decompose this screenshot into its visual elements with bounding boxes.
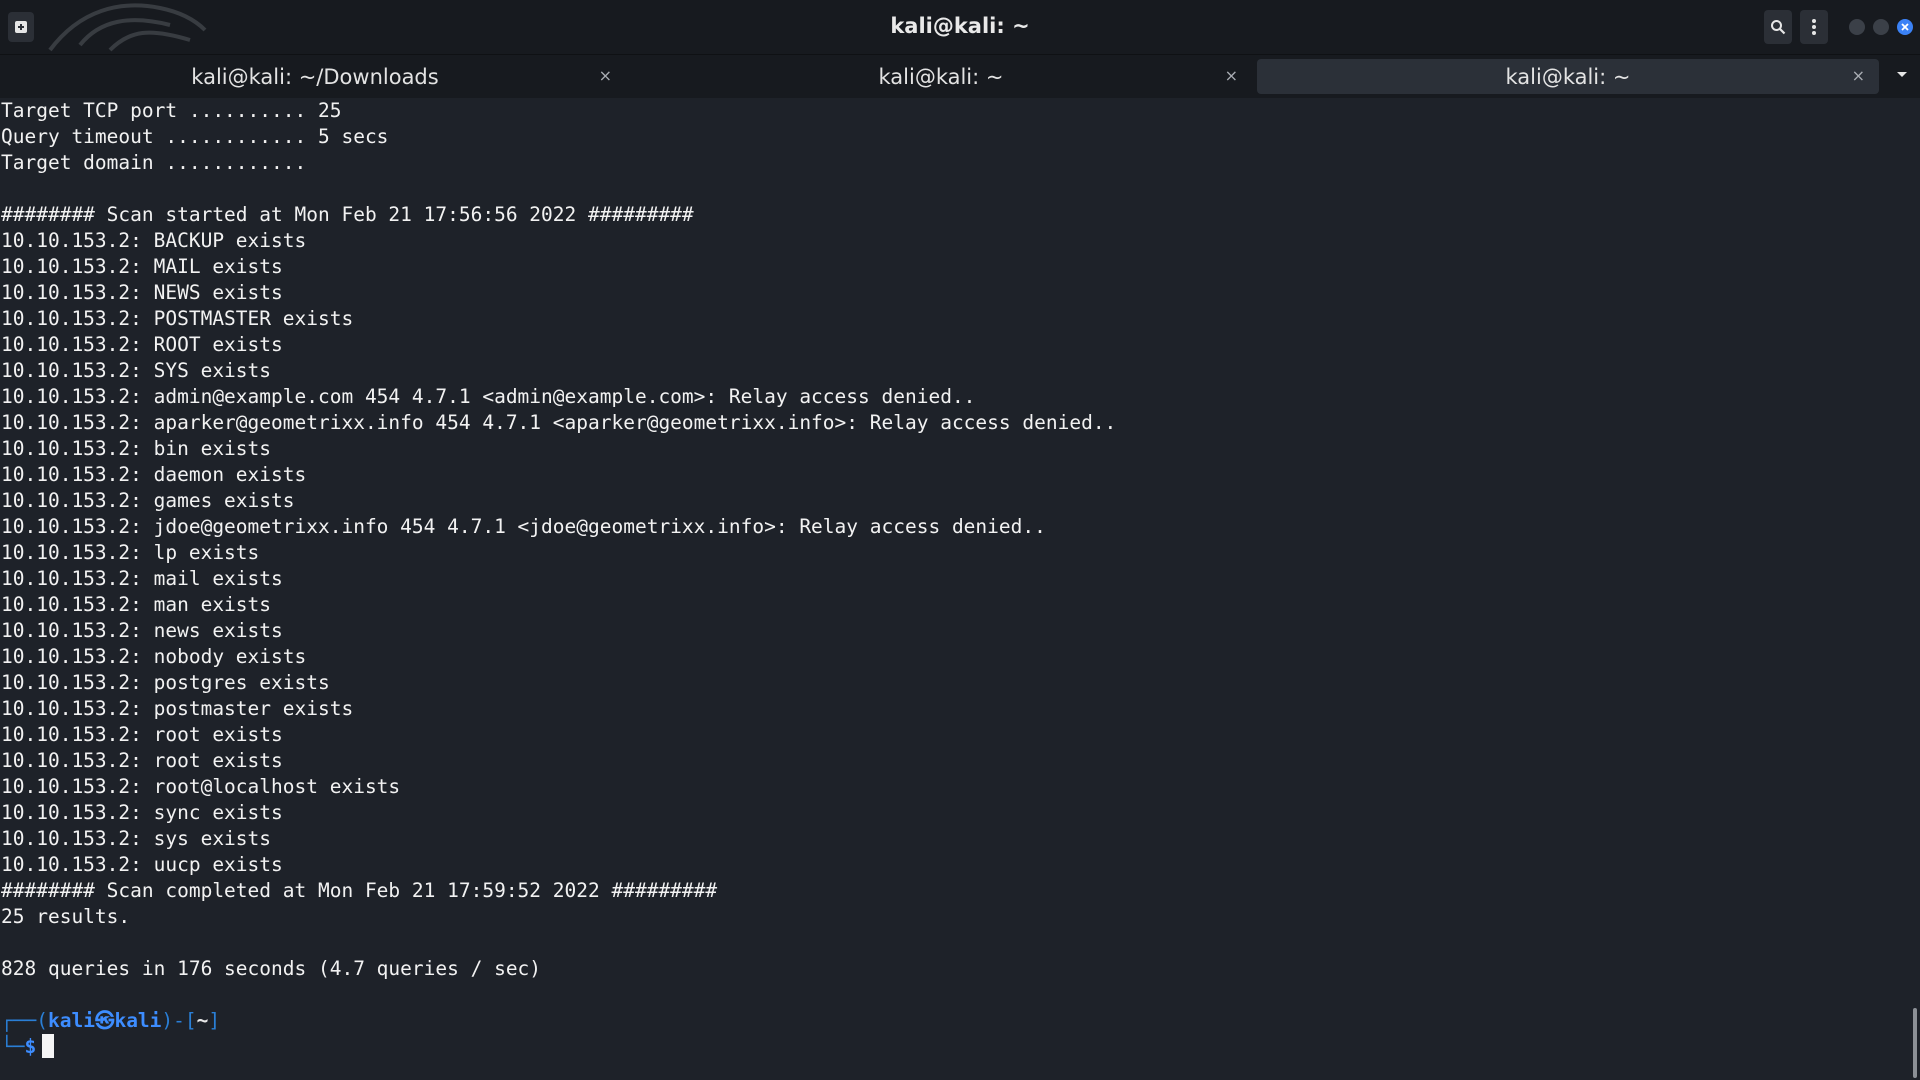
prompt-host: kali <box>114 1009 162 1032</box>
terminal-line: ######## Scan completed at Mon Feb 21 17… <box>1 879 718 902</box>
terminal-line: 10.10.153.2: nobody exists <box>1 645 307 668</box>
prompt-user: kali <box>47 1009 95 1032</box>
close-button[interactable] <box>1897 19 1913 35</box>
terminal-line: 10.10.153.2: MAIL exists <box>1 255 283 278</box>
prompt-close-bracket: ] <box>208 1009 221 1032</box>
tab-close-button[interactable]: × <box>1852 66 1865 85</box>
terminal-line: 10.10.153.2: BACKUP exists <box>1 229 307 252</box>
tab-home-2[interactable]: kali@kali: ~ × <box>1257 59 1879 94</box>
terminal-line: 10.10.153.2: root exists <box>1 749 283 772</box>
tab-label: kali@kali: ~ <box>878 64 1004 89</box>
tab-list-dropdown[interactable] <box>1890 63 1914 87</box>
close-icon <box>1901 23 1909 31</box>
terminal-line: 10.10.153.2: man exists <box>1 593 272 616</box>
terminal-line: 10.10.153.2: daemon exists <box>1 463 307 486</box>
tab-list-dropdown-icon <box>1897 72 1907 77</box>
terminal-line: 10.10.153.2: postgres exists <box>1 671 330 694</box>
tab-downloads[interactable]: kali@kali: ~/Downloads × <box>4 59 626 94</box>
scrollbar-thumb[interactable] <box>1913 1008 1917 1078</box>
prompt-line-1: ┌──(kali㉿kali)-[~] <box>0 1008 1905 1034</box>
terminal-line: 10.10.153.2: root exists <box>1 723 283 746</box>
prompt-directory: ~ <box>196 1009 209 1032</box>
terminal-line: ######## Scan started at Mon Feb 21 17:5… <box>1 203 694 226</box>
prompt-corner-bottom: └─ <box>1 1035 25 1058</box>
prompt-separator: )-[ <box>161 1009 197 1032</box>
menu-button[interactable] <box>1800 10 1828 44</box>
title-bar: kali@kali: ~ <box>0 0 1920 55</box>
tab-bar: kali@kali: ~/Downloads × kali@kali: ~ × … <box>0 55 1920 98</box>
terminal-line: 10.10.153.2: uucp exists <box>1 853 283 876</box>
terminal-line: 10.10.153.2: postmaster exists <box>1 697 354 720</box>
terminal-line: 10.10.153.2: admin@example.com 454 4.7.1… <box>1 385 976 408</box>
terminal-line: 25 results. <box>1 905 131 928</box>
kebab-menu-icon <box>1812 19 1816 35</box>
tab-close-button[interactable]: × <box>1225 66 1238 85</box>
prompt-corner: ┌──( <box>1 1009 48 1032</box>
terminal-line: 10.10.153.2: games exists <box>1 489 295 512</box>
terminal-scrollbar[interactable] <box>1910 98 1920 1080</box>
terminal-line: 828 queries in 176 seconds (4.7 queries … <box>1 957 542 980</box>
minimize-button[interactable] <box>1849 19 1865 35</box>
terminal-line: 10.10.153.2: SYS exists <box>1 359 272 382</box>
terminal-line: 10.10.153.2: bin exists <box>1 437 272 460</box>
prompt-line-2: └─$ <box>0 1034 1905 1060</box>
terminal-cursor <box>42 1034 55 1058</box>
terminal-line: 10.10.153.2: sync exists <box>1 801 283 824</box>
terminal-lines: Target TCP port .......... 25 Query timeo… <box>0 98 1905 1008</box>
terminal-output[interactable]: Target TCP port .......... 25 Query timeo… <box>0 98 1905 1080</box>
tab-label: kali@kali: ~/Downloads <box>191 64 439 89</box>
tab-close-button[interactable]: × <box>599 66 612 85</box>
terminal-line: 10.10.153.2: lp exists <box>1 541 260 564</box>
window-title: kali@kali: ~ <box>890 14 1030 38</box>
terminal-line: 10.10.153.2: NEWS exists <box>1 281 283 304</box>
terminal-line: 10.10.153.2: POSTMASTER exists <box>1 307 354 330</box>
search-button[interactable] <box>1764 10 1792 44</box>
terminal-line: 10.10.153.2: jdoe@geometrixx.info 454 4.… <box>1 515 1046 538</box>
terminal-line: Target domain ............ <box>1 151 307 174</box>
terminal-line: Target TCP port .......... 25 <box>1 99 342 122</box>
tab-home-1[interactable]: kali@kali: ~ × <box>630 59 1252 94</box>
prompt-dollar: $ <box>24 1035 37 1058</box>
terminal-line: 10.10.153.2: sys exists <box>1 827 272 850</box>
terminal-line: 10.10.153.2: root@localhost exists <box>1 775 401 798</box>
terminal-line: Query timeout ............ 5 secs <box>1 125 389 148</box>
search-icon <box>1771 20 1786 35</box>
terminal-line: 10.10.153.2: aparker@geometrixx.info 454… <box>1 411 1117 434</box>
tab-label: kali@kali: ~ <box>1505 64 1631 89</box>
prompt-at-symbol: ㉿ <box>94 1009 115 1032</box>
maximize-button[interactable] <box>1873 19 1889 35</box>
terminal-line: 10.10.153.2: news exists <box>1 619 283 642</box>
terminal-line: 10.10.153.2: mail exists <box>1 567 283 590</box>
terminal-line: 10.10.153.2: ROOT exists <box>1 333 283 356</box>
